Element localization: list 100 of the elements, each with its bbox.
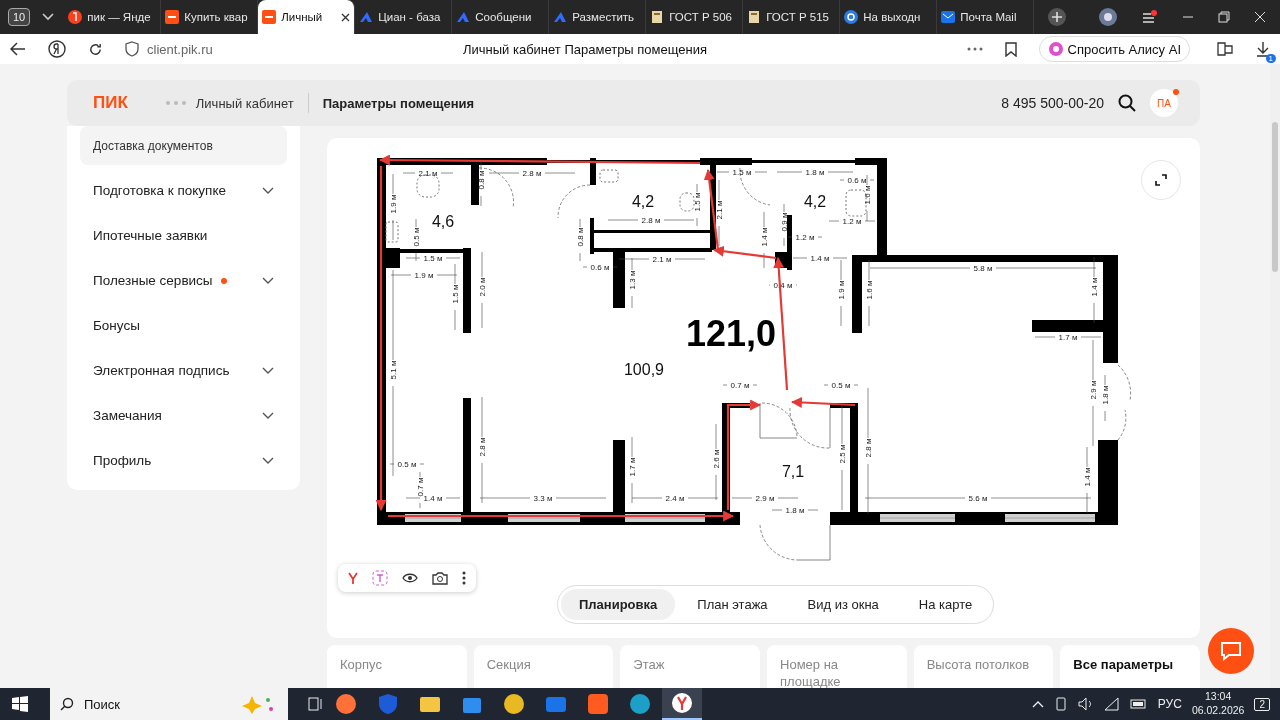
dimension-label: 1.8 м: [1101, 385, 1110, 405]
sidebar-item[interactable]: Подготовка к покупке: [80, 168, 287, 213]
sidebar-item[interactable]: Полезные сервисы: [80, 258, 287, 303]
view-tab[interactable]: Вид из окна: [789, 589, 897, 620]
yandex-logo-icon[interactable]: [48, 40, 66, 58]
assistant-logo-icon: [1047, 41, 1064, 57]
language-indicator[interactable]: РУС: [1157, 697, 1182, 711]
bookmark-icon[interactable]: [1004, 41, 1017, 57]
view-tab[interactable]: План этажа: [679, 589, 786, 620]
dimension-label: 1.2 м: [842, 217, 862, 226]
favicon-icon: [553, 10, 568, 24]
parameter-card: Корпус: [327, 645, 467, 688]
view-tab[interactable]: Планировка: [561, 589, 676, 620]
menu-icon[interactable]: [1142, 10, 1158, 24]
dimension-label: 5.1 м: [389, 360, 398, 380]
favicon-icon: [165, 10, 180, 24]
more-icon[interactable]: [462, 571, 466, 585]
shield-icon[interactable]: [125, 41, 139, 57]
dimension-label: 1.4 м: [423, 494, 443, 503]
taskbar-search-field[interactable]: Поиск: [50, 688, 288, 720]
dimension-label: 2.5 м: [838, 444, 847, 464]
profile-icon[interactable]: [1098, 7, 1118, 27]
favicon-icon: [844, 10, 859, 24]
favicon-icon: [456, 10, 471, 24]
eye-icon[interactable]: [402, 573, 418, 583]
dimension-label: 2.1 м: [652, 255, 672, 264]
dimension-label: 1.4 м: [810, 254, 830, 263]
dimension-label: 1.8 м: [785, 506, 805, 515]
search-icon[interactable]: [1118, 94, 1136, 112]
wifi-icon[interactable]: [1103, 697, 1120, 711]
dimension-label: 2.8 м: [478, 437, 487, 457]
dimension-label: 0.5 м: [397, 460, 417, 469]
dimension-label: 1.7 м: [628, 457, 637, 477]
chevron-up-icon[interactable]: [1031, 700, 1044, 708]
sidebar-item[interactable]: Бонусы: [80, 303, 287, 348]
close-icon[interactable]: [341, 12, 351, 22]
restore-icon[interactable]: [1218, 11, 1230, 23]
parameter-card[interactable]: Все параметры: [1060, 645, 1201, 688]
dimension-label: 1.4 м: [1083, 467, 1092, 487]
download-icon[interactable]: [1256, 41, 1270, 57]
dimension-label: 0.8 м: [576, 227, 585, 247]
ask-assistant-button[interactable]: Спросить Алису AI: [1038, 36, 1190, 62]
tab-count-button[interactable]: 10: [8, 8, 31, 26]
extensions-icon[interactable]: [1216, 41, 1234, 57]
taskbar-app-icon[interactable]: [662, 688, 702, 720]
dimension-label: 1.5 м: [732, 168, 752, 177]
sidebar-item[interactable]: Ипотечные заявки: [80, 213, 287, 258]
windows-start-icon[interactable]: [12, 696, 28, 712]
notifications-button[interactable]: 2: [1254, 697, 1270, 711]
dimension-label: 5.6 м: [968, 494, 988, 503]
dimension-label: 1.2 м: [795, 233, 815, 242]
download-count-badge: 1: [1265, 54, 1276, 63]
dimension-label: 1.5 м: [451, 284, 460, 304]
dimension-label: 2.9 м: [755, 494, 775, 503]
dimension-label: 1.6 м: [865, 280, 874, 300]
back-arrow-icon[interactable]: [10, 42, 26, 56]
dimension-label: 1.8 м: [805, 168, 825, 177]
device-icon[interactable]: [1053, 697, 1068, 711]
page-title: Личный кабинет Параметры помещения: [463, 41, 709, 57]
parameter-card: Секция: [473, 645, 614, 688]
task-view-icon[interactable]: [308, 697, 324, 711]
sidebar-item[interactable]: Профиль: [80, 438, 287, 483]
dimension-label: 5.8 м: [973, 264, 993, 273]
page-heading: Параметры помещения: [322, 95, 475, 111]
total-area-label: 121,0: [685, 313, 777, 354]
clock-date[interactable]: 06.02.2026: [1191, 704, 1245, 718]
dimension-label: 2.8 м: [641, 216, 661, 225]
favicon-icon: [650, 10, 665, 24]
chat-button[interactable]: [1208, 628, 1254, 674]
breadcrumb-link[interactable]: Личный кабинет: [195, 95, 294, 111]
chevron-down-icon[interactable]: [42, 13, 55, 21]
dimension-label: 0.5 м: [831, 381, 851, 390]
favicon-icon: [262, 10, 277, 24]
phone-number[interactable]: 8 495 500-00-20: [1001, 95, 1104, 111]
new-tab-icon[interactable]: [1048, 8, 1067, 26]
reload-icon[interactable]: [88, 41, 103, 57]
favicon-icon: [68, 10, 83, 24]
dots-icon: [165, 101, 186, 105]
url-text[interactable]: client.pik.ru: [147, 41, 447, 57]
room-area-label: 4,6: [431, 213, 455, 230]
speaker-icon[interactable]: [1077, 697, 1094, 711]
view-tab[interactable]: На карте: [900, 589, 991, 620]
dimension-label: 1.9 м: [414, 271, 434, 280]
sidebar-item[interactable]: Замечания: [80, 393, 287, 438]
clock-time[interactable]: 13:04: [1205, 690, 1232, 704]
battery-icon[interactable]: [1129, 699, 1148, 709]
dimension-label: 2.1 м: [418, 169, 438, 178]
dimension-label: 0.8 м: [477, 170, 486, 190]
sidebar-item[interactable]: Доставка документов: [80, 126, 287, 165]
favicon-icon: [359, 10, 374, 24]
sidebar-item[interactable]: Электронная подпись: [80, 348, 287, 393]
dimension-label: 1.5 м: [423, 254, 443, 263]
dimension-label: 1.5 м: [693, 192, 702, 212]
browser-tab[interactable]: Личный: [258, 0, 356, 34]
parameter-card: Высота потолков: [913, 645, 1054, 688]
camera-icon[interactable]: [432, 571, 448, 585]
search-icon: [60, 697, 74, 711]
more-icon[interactable]: [966, 47, 983, 51]
dimension-label: 3.3 м: [533, 494, 553, 503]
dimension-label: 2.4 м: [665, 494, 685, 503]
